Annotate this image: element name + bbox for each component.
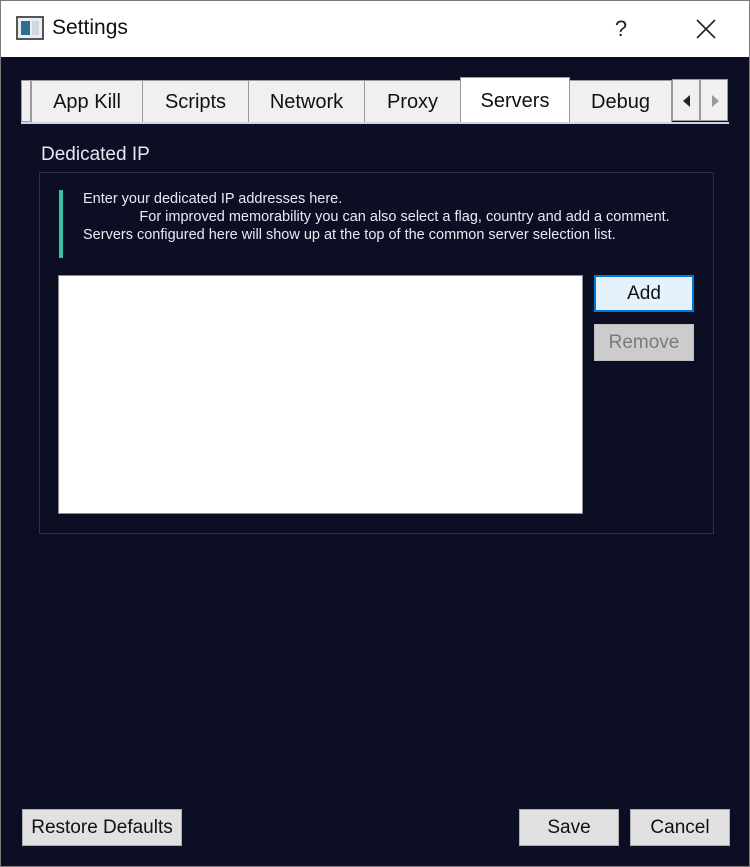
remove-button[interactable]: Remove [594,324,694,361]
tab-servers[interactable]: Servers [460,77,570,123]
save-button[interactable]: Save [519,809,619,846]
tab-network[interactable]: Network [248,80,365,122]
description-accent-bar [59,190,63,258]
tab-scroll-buttons [672,79,729,121]
tab-scroll-edge [21,80,31,122]
tab-divider [21,122,729,124]
restore-defaults-button[interactable]: Restore Defaults [22,809,182,846]
tab-app-kill[interactable]: App Kill [31,80,143,122]
tab-scripts[interactable]: Scripts [142,80,249,122]
app-icon [16,16,44,40]
dedicated-ip-description: Enter your dedicated IP addresses here. … [83,191,670,243]
close-icon [696,19,716,39]
tab-proxy[interactable]: Proxy [364,80,461,122]
triangle-right-icon [712,95,719,107]
tab-scroll-right-button[interactable] [700,79,728,121]
cancel-button[interactable]: Cancel [630,809,730,846]
help-button[interactable]: ? [599,7,643,51]
window-title: Settings [52,16,128,39]
add-button[interactable]: Add [594,275,694,312]
dedicated-ip-title: Dedicated IP [41,144,150,165]
tab-scroll-left-button[interactable] [672,79,700,121]
tab-bar: App Kill Scripts Network Proxy Servers D… [21,77,731,123]
dedicated-ip-list[interactable] [58,275,583,514]
close-button[interactable] [683,7,729,51]
triangle-left-icon [683,95,690,107]
title-bar: Settings ? [1,1,749,57]
settings-dialog: Settings ? App Kill Scripts Network Prox… [0,0,750,867]
tab-debug[interactable]: Debug [569,80,672,122]
